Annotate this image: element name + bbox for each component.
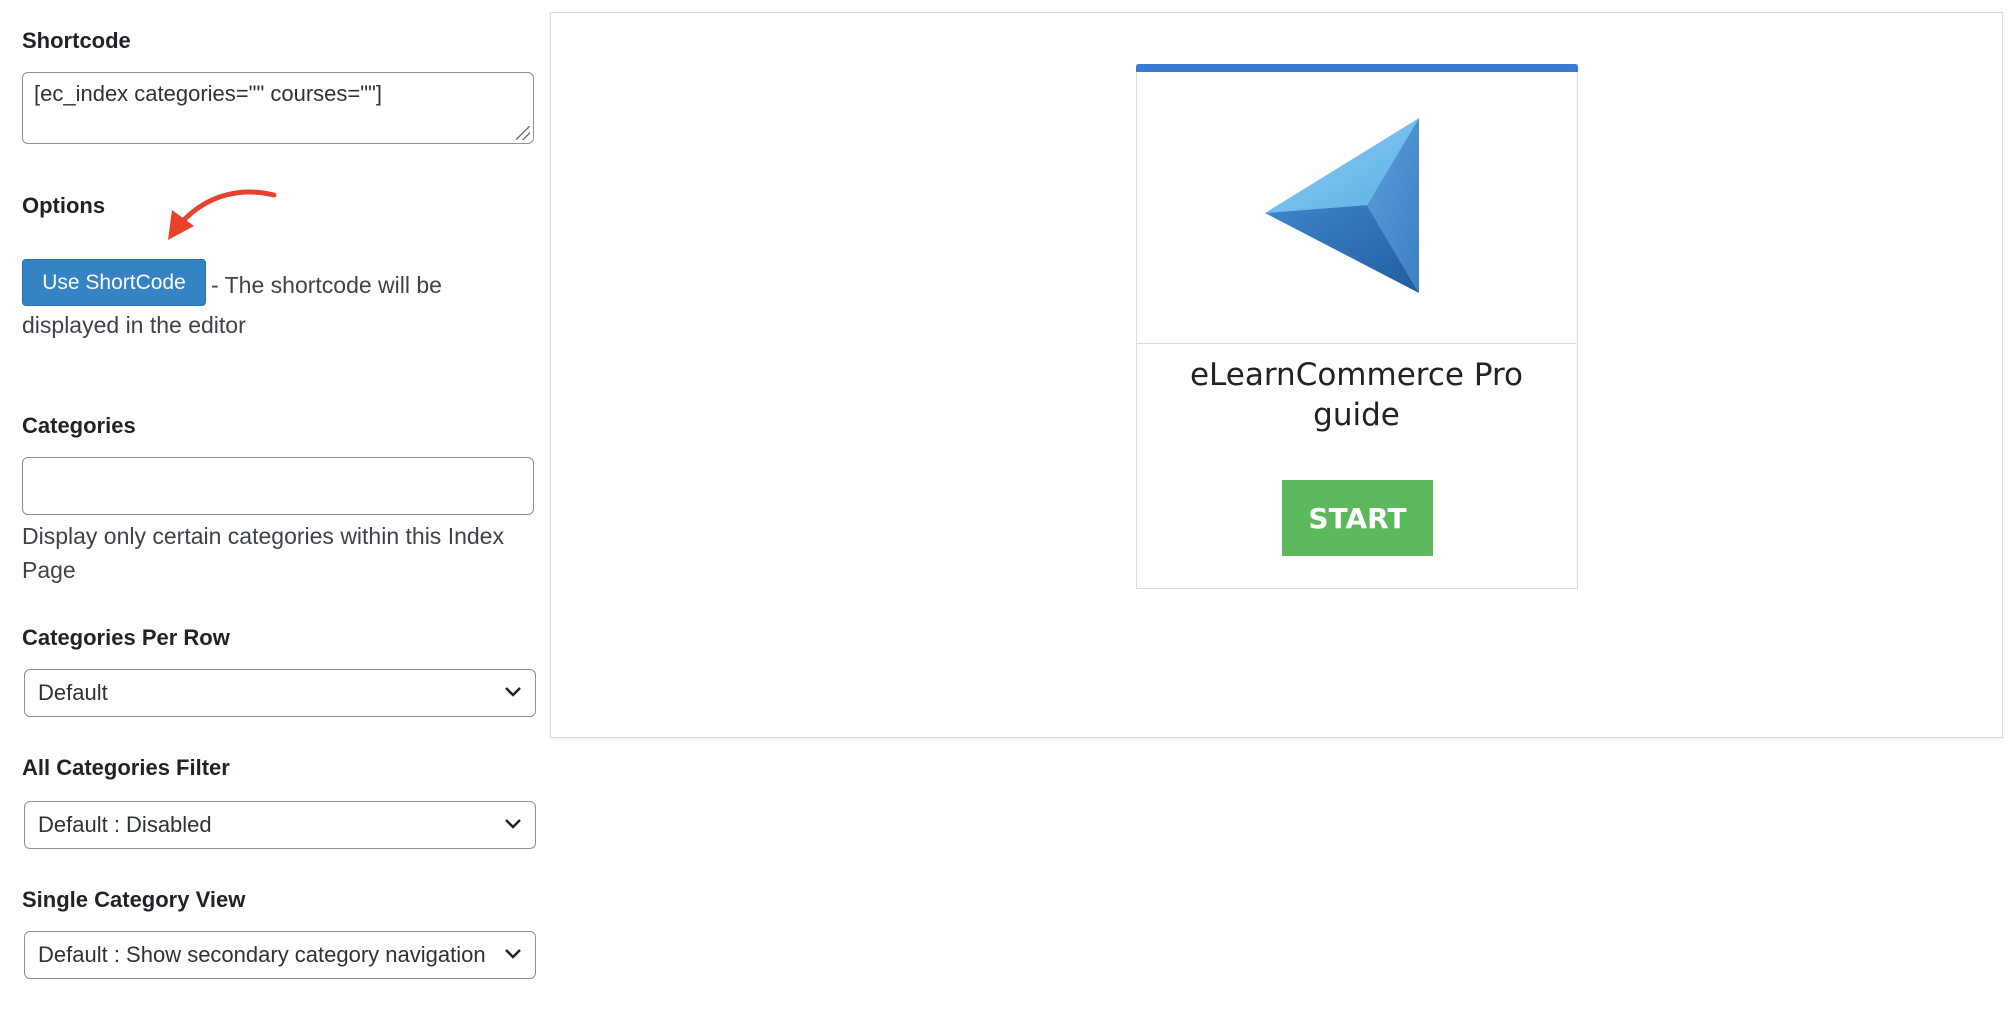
categories-per-row-select[interactable]: Default <box>24 669 536 717</box>
course-thumbnail[interactable] <box>1137 72 1576 344</box>
settings-sidebar: Shortcode [ec_index categories="" course… <box>0 0 545 1010</box>
chevron-down-icon <box>505 949 521 959</box>
all-categories-filter-select[interactable]: Default : Disabled <box>24 801 536 849</box>
chevron-down-icon <box>505 819 521 829</box>
categories-description: Display only certain categories within t… <box>22 523 504 583</box>
card-top-bar <box>1136 64 1578 72</box>
options-label: Options <box>22 193 106 218</box>
categories-label: Categories <box>22 413 136 438</box>
all-categories-filter-value: Default : Disabled <box>38 812 212 837</box>
start-button[interactable]: START <box>1282 480 1433 556</box>
shortcode-label: Shortcode <box>22 28 131 53</box>
preview-panel: eLearnCommerce Pro guide START <box>550 12 2003 738</box>
chevron-down-icon <box>505 687 521 697</box>
single-category-view-select[interactable]: Default : Show secondary category naviga… <box>24 931 536 979</box>
resize-handle-icon[interactable] <box>516 126 530 140</box>
course-card[interactable]: eLearnCommerce Pro guide START <box>1136 64 1578 589</box>
blue-triangle-logo-icon <box>1265 118 1419 293</box>
single-category-view-label: Single Category View <box>22 887 246 912</box>
use-shortcode-button[interactable]: Use ShortCode <box>22 259 206 306</box>
categories-input[interactable] <box>22 457 534 515</box>
all-categories-filter-label: All Categories Filter <box>22 755 230 780</box>
annotation-arrow-icon <box>168 189 277 240</box>
course-title: eLearnCommerce Pro guide <box>1189 357 1523 433</box>
categories-per-row-value: Default <box>38 680 108 705</box>
single-category-view-value: Default : Show secondary category naviga… <box>38 942 486 967</box>
shortcode-textarea[interactable]: [ec_index categories="" courses=""] <box>22 72 534 144</box>
categories-per-row-label: Categories Per Row <box>22 625 230 650</box>
shortcode-value: [ec_index categories="" courses=""] <box>34 81 382 106</box>
